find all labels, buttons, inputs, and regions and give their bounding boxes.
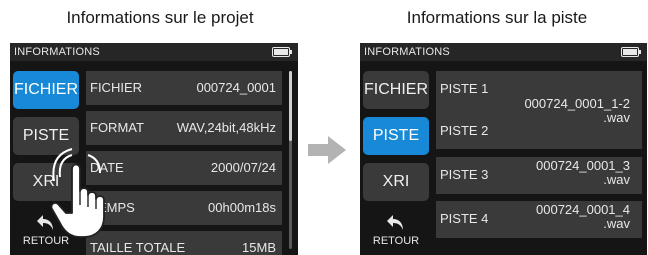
track-label: PISTE 3 xyxy=(440,167,489,182)
row-value: WAV,24bit,48kHz xyxy=(176,120,276,135)
track-filename: 000724_0001_1-2 xyxy=(524,96,630,111)
back-button[interactable]: RETOUR xyxy=(363,213,429,247)
right-arrow-icon xyxy=(308,136,346,164)
battery-icon xyxy=(621,47,641,57)
caption-track-info: Informations sur la piste xyxy=(406,8,588,27)
info-row-format: FORMAT WAV,24bit,48kHz xyxy=(86,111,282,145)
screen-title: INFORMATIONS xyxy=(14,46,100,58)
row-value: 00h00m18s xyxy=(208,200,276,215)
scrollbar[interactable] xyxy=(289,71,292,249)
track-extension: .wav xyxy=(603,216,630,231)
tap-hand-icon xyxy=(50,148,105,238)
back-label: RETOUR xyxy=(372,235,420,247)
row-value: 000724_0001 xyxy=(196,80,276,95)
track-extension: .wav xyxy=(603,172,630,187)
back-arrow-icon xyxy=(387,215,403,230)
track-row-piste-1-2: PISTE 1 PISTE 2 000724_0001_1-2 .wav xyxy=(436,71,642,149)
info-row-fichier: FICHIER 000724_0001 xyxy=(86,71,282,105)
row-label: FORMAT xyxy=(90,120,144,135)
track-row-piste-3: PISTE 3 000724_0001_3 .wav xyxy=(436,157,642,194)
scrollbar-thumb[interactable] xyxy=(289,71,292,141)
caption-project-info: Informations sur le projet xyxy=(66,8,254,27)
row-value: 15MB xyxy=(242,240,276,255)
track-label: PISTE 1 xyxy=(440,81,489,96)
title-bar: INFORMATIONS xyxy=(360,43,647,61)
row-value: 2000/07/24 xyxy=(210,160,276,175)
track-filename: 000724_0001_4 xyxy=(536,202,630,217)
track-label: PISTE 4 xyxy=(440,211,489,226)
track-info-screen: INFORMATIONS FICHIER PISTE XRI RETOUR PI… xyxy=(360,43,647,255)
tab-piste[interactable]: PISTE xyxy=(363,117,429,155)
screen-title: INFORMATIONS xyxy=(364,46,450,58)
project-info-screen: INFORMATIONS FICHIER PISTE XRI RETOUR FI… xyxy=(10,43,298,255)
tab-xri[interactable]: XRI xyxy=(363,163,429,201)
track-extension: .wav xyxy=(603,110,630,125)
track-filename: 000724_0001_3 xyxy=(536,158,630,173)
track-label: PISTE 2 xyxy=(440,123,489,138)
row-label: FICHIER xyxy=(90,80,142,95)
track-row-piste-4: PISTE 4 000724_0001_4 .wav xyxy=(436,201,642,238)
title-bar: INFORMATIONS xyxy=(10,43,298,61)
battery-icon xyxy=(272,47,292,57)
tab-fichier[interactable]: FICHIER xyxy=(363,71,429,109)
tab-fichier[interactable]: FICHIER xyxy=(13,71,79,109)
